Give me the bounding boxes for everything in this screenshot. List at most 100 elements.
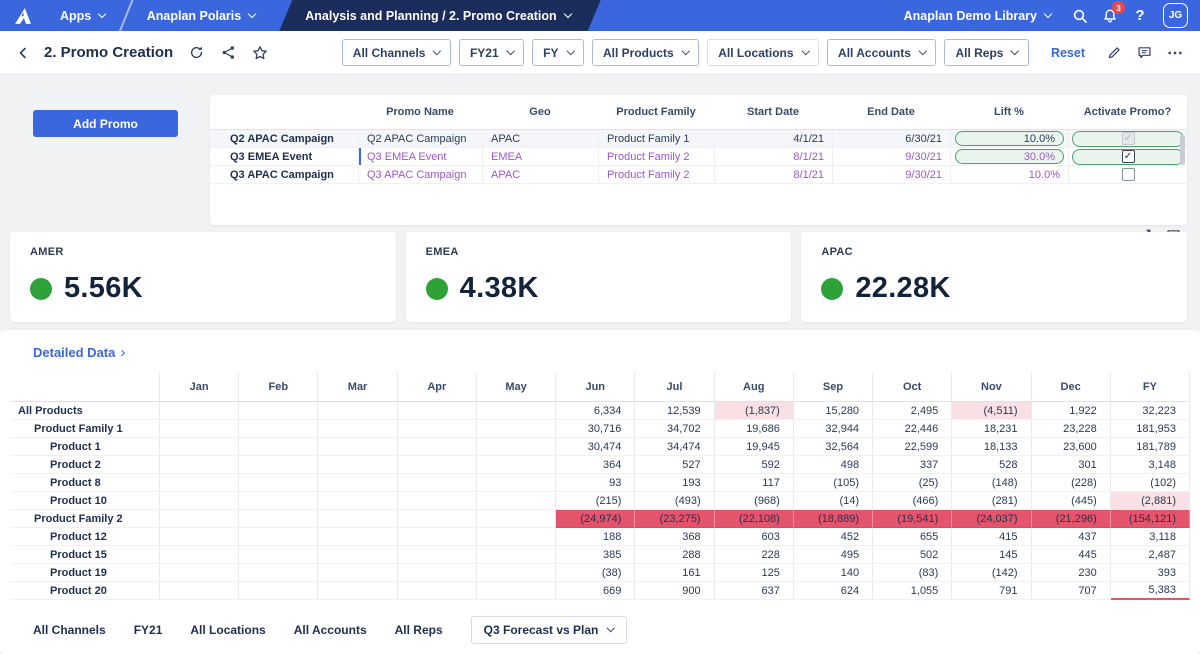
detail-cell[interactable]: (23,275)	[635, 510, 714, 528]
detail-cell[interactable]	[318, 582, 397, 600]
detail-cell[interactable]: 393	[1111, 564, 1190, 582]
detail-cell[interactable]: 181,789	[1111, 438, 1190, 456]
library-menu[interactable]: Anaplan Demo Library	[890, 0, 1065, 31]
detail-cell[interactable]: 188	[556, 528, 635, 546]
detail-cell[interactable]: 32,944	[794, 420, 873, 438]
promo-cell-geo[interactable]: APAC	[482, 130, 598, 148]
promo-cell-geo[interactable]: APAC	[482, 166, 598, 184]
promo-cell-lift[interactable]: 10.0%	[950, 166, 1068, 184]
detail-cell[interactable]: 624	[794, 582, 873, 600]
footer-context-all-accounts[interactable]: All Accounts	[294, 623, 367, 637]
detail-cell[interactable]: (466)	[873, 492, 952, 510]
lift-highlight-cell[interactable]: 10.0%	[955, 131, 1064, 146]
detail-cell[interactable]: 22,599	[873, 438, 952, 456]
detail-cell[interactable]: 415	[952, 528, 1031, 546]
footer-context-all-reps[interactable]: All Reps	[395, 623, 443, 637]
detail-cell[interactable]: (22,108)	[715, 510, 794, 528]
detail-cell[interactable]	[477, 474, 556, 492]
detail-cell[interactable]	[477, 582, 556, 600]
promo-cell-family[interactable]: Product Family 2	[598, 166, 714, 184]
detail-cell[interactable]: 93	[556, 474, 635, 492]
promo-cell-start-date[interactable]: 4/1/21	[714, 130, 832, 148]
footer-context-all-channels[interactable]: All Channels	[33, 623, 106, 637]
detail-cell[interactable]	[398, 564, 477, 582]
detail-cell[interactable]	[398, 456, 477, 474]
detail-cell[interactable]	[160, 438, 239, 456]
detail-cell[interactable]: 791	[952, 582, 1031, 600]
detail-cell[interactable]	[239, 528, 318, 546]
detail-cell[interactable]	[160, 402, 239, 420]
detail-cell[interactable]: (142)	[952, 564, 1031, 582]
activate-checkbox[interactable]: ✓	[1122, 150, 1135, 163]
detail-cell[interactable]	[160, 582, 239, 600]
detail-cell[interactable]	[160, 474, 239, 492]
detail-cell[interactable]	[477, 420, 556, 438]
detail-cell[interactable]: 2,487	[1111, 546, 1190, 564]
filter-all-reps[interactable]: All Reps	[944, 39, 1029, 66]
detail-cell[interactable]: 502	[873, 546, 952, 564]
promo-cell-start-date[interactable]: 8/1/21	[714, 148, 832, 166]
detail-cell[interactable]	[160, 528, 239, 546]
detail-cell[interactable]: 30,474	[556, 438, 635, 456]
detailed-data-link[interactable]: Detailed Data ›	[33, 344, 125, 361]
footer-context-fy21[interactable]: FY21	[134, 623, 163, 637]
detail-cell[interactable]	[318, 420, 397, 438]
detail-cell[interactable]: 495	[794, 546, 873, 564]
filter-fy21[interactable]: FY21	[459, 39, 524, 66]
detail-cell[interactable]	[398, 420, 477, 438]
detail-cell[interactable]: 603	[715, 528, 794, 546]
page-breadcrumb-menu[interactable]: Analysis and Planning / 2. Promo Creatio…	[279, 0, 600, 31]
detail-cell[interactable]: 34,474	[635, 438, 714, 456]
detail-cell[interactable]	[160, 564, 239, 582]
detail-cell[interactable]	[477, 402, 556, 420]
footer-context-all-locations[interactable]: All Locations	[190, 623, 265, 637]
detail-cell[interactable]: 22,446	[873, 420, 952, 438]
detail-cell[interactable]: 193	[635, 474, 714, 492]
detail-cell[interactable]	[477, 510, 556, 528]
promo-cell-geo[interactable]: EMEA	[482, 148, 598, 166]
detail-cell[interactable]: 337	[873, 456, 952, 474]
detail-cell[interactable]	[239, 438, 318, 456]
detail-cell[interactable]: 125	[715, 564, 794, 582]
detail-cell[interactable]	[239, 420, 318, 438]
detail-cell[interactable]: 140	[794, 564, 873, 582]
promo-cell-activate[interactable]: ✓	[1068, 130, 1187, 148]
promo-cell-name[interactable]: Q2 APAC Campaign	[358, 130, 482, 148]
detail-cell[interactable]: 288	[635, 546, 714, 564]
detail-cell[interactable]: 655	[873, 528, 952, 546]
detail-cell[interactable]: (1,837)	[715, 402, 794, 420]
detail-cell[interactable]: 34,702	[635, 420, 714, 438]
detail-cell[interactable]	[318, 402, 397, 420]
star-icon[interactable]	[249, 42, 271, 64]
detail-cell[interactable]: 32,223	[1111, 402, 1190, 420]
detail-cell[interactable]: 669	[556, 582, 635, 600]
detail-cell[interactable]	[239, 474, 318, 492]
detail-cell[interactable]: 385	[556, 546, 635, 564]
filter-all-locations[interactable]: All Locations	[707, 39, 819, 66]
detail-cell[interactable]: (18,889)	[794, 510, 873, 528]
detail-cell[interactable]: 23,600	[1032, 438, 1111, 456]
detail-cell[interactable]	[398, 528, 477, 546]
promo-cell-name[interactable]: Q3 APAC Campaign	[358, 166, 482, 184]
detail-cell[interactable]	[477, 438, 556, 456]
share-icon[interactable]	[217, 42, 239, 64]
detail-cell[interactable]: 364	[556, 456, 635, 474]
detail-cell[interactable]: 437	[1032, 528, 1111, 546]
promo-cell-lift[interactable]: 10.0%	[950, 130, 1068, 148]
edit-pencil-icon[interactable]	[1103, 42, 1125, 64]
detail-cell[interactable]: 637	[715, 582, 794, 600]
detail-cell[interactable]	[398, 510, 477, 528]
detail-cell[interactable]: 19,686	[715, 420, 794, 438]
detail-cell[interactable]: (4,511)	[952, 402, 1031, 420]
detail-cell[interactable]: 900	[635, 582, 714, 600]
detail-cell[interactable]: 452	[794, 528, 873, 546]
detail-cell[interactable]	[160, 492, 239, 510]
detail-cell[interactable]	[160, 456, 239, 474]
add-promo-button[interactable]: Add Promo	[33, 110, 178, 137]
reset-button[interactable]: Reset	[1051, 46, 1085, 60]
detail-cell[interactable]	[160, 420, 239, 438]
detail-cell[interactable]: (102)	[1111, 474, 1190, 492]
detail-cell[interactable]: (493)	[635, 492, 714, 510]
detail-cell[interactable]	[239, 564, 318, 582]
promo-cell-activate[interactable]	[1068, 166, 1187, 184]
